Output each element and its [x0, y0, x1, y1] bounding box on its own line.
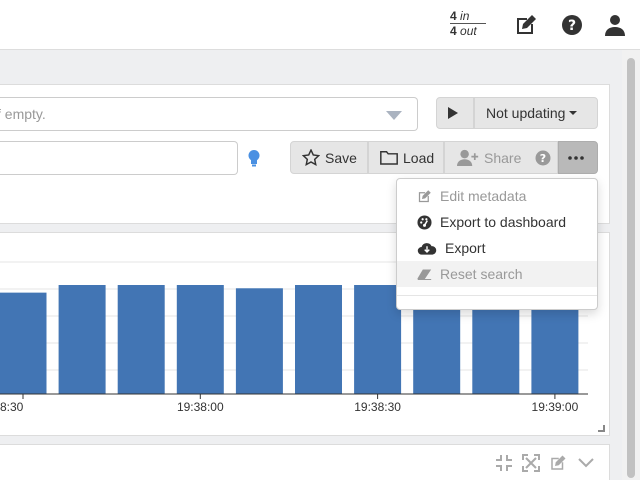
- lightbulb-icon[interactable]: [246, 149, 262, 167]
- x-tick-label: 8:30: [0, 400, 24, 414]
- x-tick-label: 19:38:30: [354, 400, 401, 414]
- menu-item-label: Export to dashboard: [440, 214, 567, 230]
- chart-bar[interactable]: [354, 285, 402, 394]
- save-button[interactable]: Save: [290, 141, 368, 174]
- throughput-out-label: out: [460, 24, 477, 38]
- x-tick-label: 19:39:00: [532, 400, 579, 414]
- chart-bar[interactable]: [0, 292, 47, 394]
- more-actions-menu: Edit metadata Export to dashboard Export…: [396, 178, 598, 310]
- top-navbar: 4 in 4 out ?: [0, 0, 640, 50]
- expand-icon[interactable]: [522, 454, 540, 472]
- folder-icon: [380, 151, 398, 165]
- eraser-icon: [417, 269, 432, 280]
- refresh-interval-dropdown[interactable]: Not updating: [474, 97, 598, 129]
- user-plus-icon: [457, 149, 479, 166]
- menu-item-export[interactable]: Export: [397, 235, 597, 261]
- chevron-down-icon[interactable]: [577, 454, 595, 472]
- share-button: Share ?: [444, 141, 558, 174]
- menu-item-reset-search: Reset search: [397, 261, 597, 287]
- menu-divider: [397, 295, 597, 296]
- star-icon: [302, 149, 320, 166]
- save-button-label: Save: [325, 149, 357, 166]
- load-button[interactable]: Load: [368, 141, 444, 174]
- more-actions-button[interactable]: [558, 141, 598, 174]
- throughput-in-count: 4: [450, 9, 457, 23]
- menu-item-edit-metadata: Edit metadata: [397, 183, 597, 209]
- edit-icon: [418, 189, 431, 202]
- page-scrollbar[interactable]: [622, 50, 640, 480]
- help-icon: ?: [535, 150, 551, 165]
- menu-item-label: Edit metadata: [440, 188, 527, 204]
- x-axis-ticks: 8:30 19:38:00 19:38:30 19:39:00: [0, 394, 579, 414]
- x-tick-label: 19:38:00: [177, 400, 224, 414]
- svg-text:?: ?: [568, 18, 576, 34]
- ellipsis-icon: [567, 155, 584, 160]
- search-query-input[interactable]: [0, 141, 238, 175]
- throughput-counter[interactable]: 4 in 4 out: [450, 9, 486, 38]
- chart-bar[interactable]: [295, 285, 342, 394]
- menu-item-label: Export: [445, 240, 486, 256]
- help-icon[interactable]: ?: [560, 13, 584, 37]
- chevron-down-icon[interactable]: [386, 111, 402, 120]
- user-icon[interactable]: [603, 13, 627, 37]
- edit-icon[interactable]: [514, 13, 538, 37]
- scrollbar-thumb[interactable]: [627, 58, 635, 478]
- chart-bar[interactable]: [58, 285, 106, 394]
- resize-handle-icon[interactable]: [598, 425, 605, 432]
- dashboard-icon: [417, 214, 432, 230]
- throughput-in-label: in: [460, 9, 470, 23]
- chart-bar[interactable]: [117, 285, 165, 394]
- svg-text:?: ?: [540, 152, 546, 165]
- load-button-label: Load: [403, 149, 435, 166]
- chart-bar[interactable]: [176, 285, 224, 394]
- edit-icon[interactable]: [549, 454, 567, 472]
- menu-item-label: Reset search: [440, 266, 523, 282]
- caret-down-icon: [569, 111, 578, 115]
- message-panel: [0, 444, 610, 480]
- chart-bar[interactable]: [235, 288, 283, 394]
- share-button-label: Share: [484, 149, 522, 166]
- refresh-interval-label: Not updating: [486, 105, 566, 121]
- stream-select-placeholder: f empty.: [0, 106, 46, 122]
- cloud-download-icon: [417, 242, 437, 255]
- throughput-out-count: 4: [450, 24, 457, 38]
- play-icon: [447, 107, 458, 119]
- play-button[interactable]: [436, 97, 474, 129]
- stream-select[interactable]: f empty.: [0, 97, 418, 131]
- menu-item-export-to-dashboard[interactable]: Export to dashboard: [397, 209, 597, 235]
- compress-icon[interactable]: [495, 454, 513, 472]
